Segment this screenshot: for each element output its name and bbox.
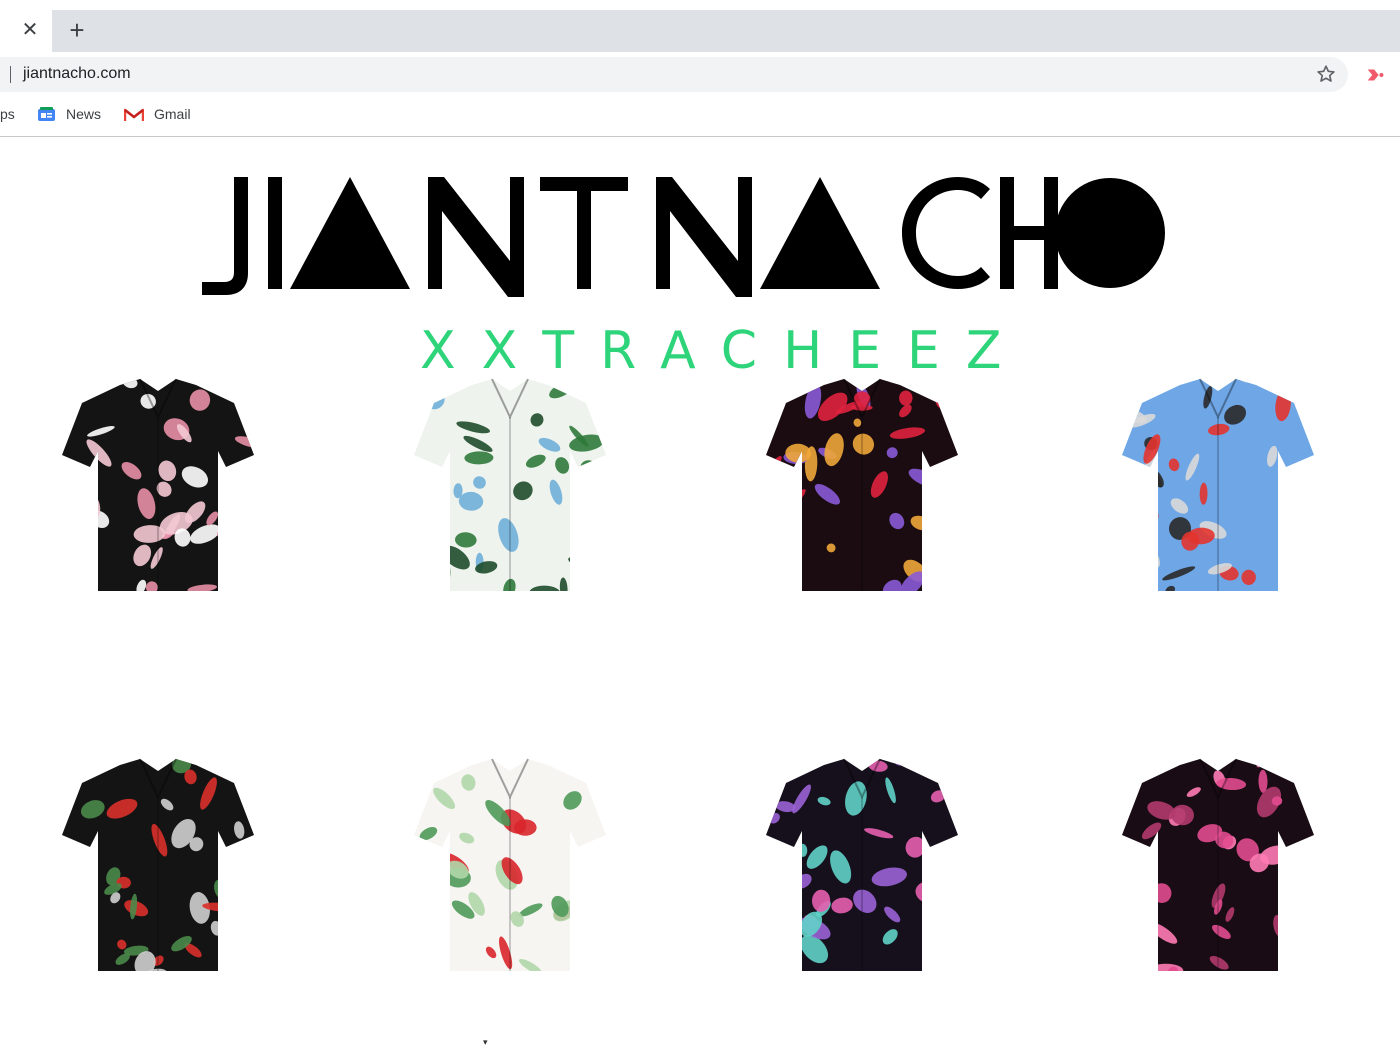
- product-shirt-white-palm[interactable]: [410, 377, 610, 597]
- tab-strip-background: [52, 10, 1400, 52]
- tab-strip: ✕ +: [0, 0, 1400, 52]
- bookmark-gmail[interactable]: Gmail: [124, 106, 191, 122]
- address-bar[interactable]: jiantnacho.com: [0, 57, 1348, 92]
- bookmark-label: Gmail: [154, 106, 191, 122]
- browser-toolbar: jiantnacho.com: [0, 52, 1400, 98]
- address-url[interactable]: jiantnacho.com: [23, 65, 131, 83]
- product-shirt-black-pink-feather[interactable]: [58, 377, 258, 597]
- bookmark-news[interactable]: News: [37, 106, 101, 122]
- address-separator: [10, 66, 11, 83]
- product-shirt-black-red-floral[interactable]: [762, 377, 962, 597]
- extension-icon[interactable]: [1364, 64, 1386, 86]
- page-content: XXTRACHEEZ ▾: [0, 137, 1400, 1050]
- product-shirt-white-poppies[interactable]: [410, 757, 610, 977]
- product-shirt-black-purple-leaf[interactable]: [762, 757, 962, 977]
- gmail-icon: [124, 108, 144, 121]
- product-shirt-blue-cars-poppies[interactable]: [1118, 377, 1318, 597]
- product-shirt-black-pink-leaf[interactable]: [1118, 757, 1318, 977]
- tab-close-icon[interactable]: ✕: [18, 18, 42, 42]
- news-icon: [38, 107, 55, 121]
- bookmarks-bar: ps News Gmail: [0, 98, 1400, 137]
- bookmark-apps[interactable]: ps: [0, 106, 15, 122]
- product-shirt-black-cars-poppies[interactable]: [58, 757, 258, 977]
- bookmark-label: ps: [0, 106, 15, 122]
- site-logo[interactable]: [200, 175, 1170, 297]
- bookmark-star-icon[interactable]: [1315, 63, 1337, 85]
- site-tagline: XXTRACHEEZ: [420, 321, 1028, 381]
- scroll-down-icon[interactable]: ▾: [483, 1037, 488, 1048]
- bookmark-label: News: [66, 106, 102, 122]
- new-tab-button[interactable]: +: [64, 17, 90, 44]
